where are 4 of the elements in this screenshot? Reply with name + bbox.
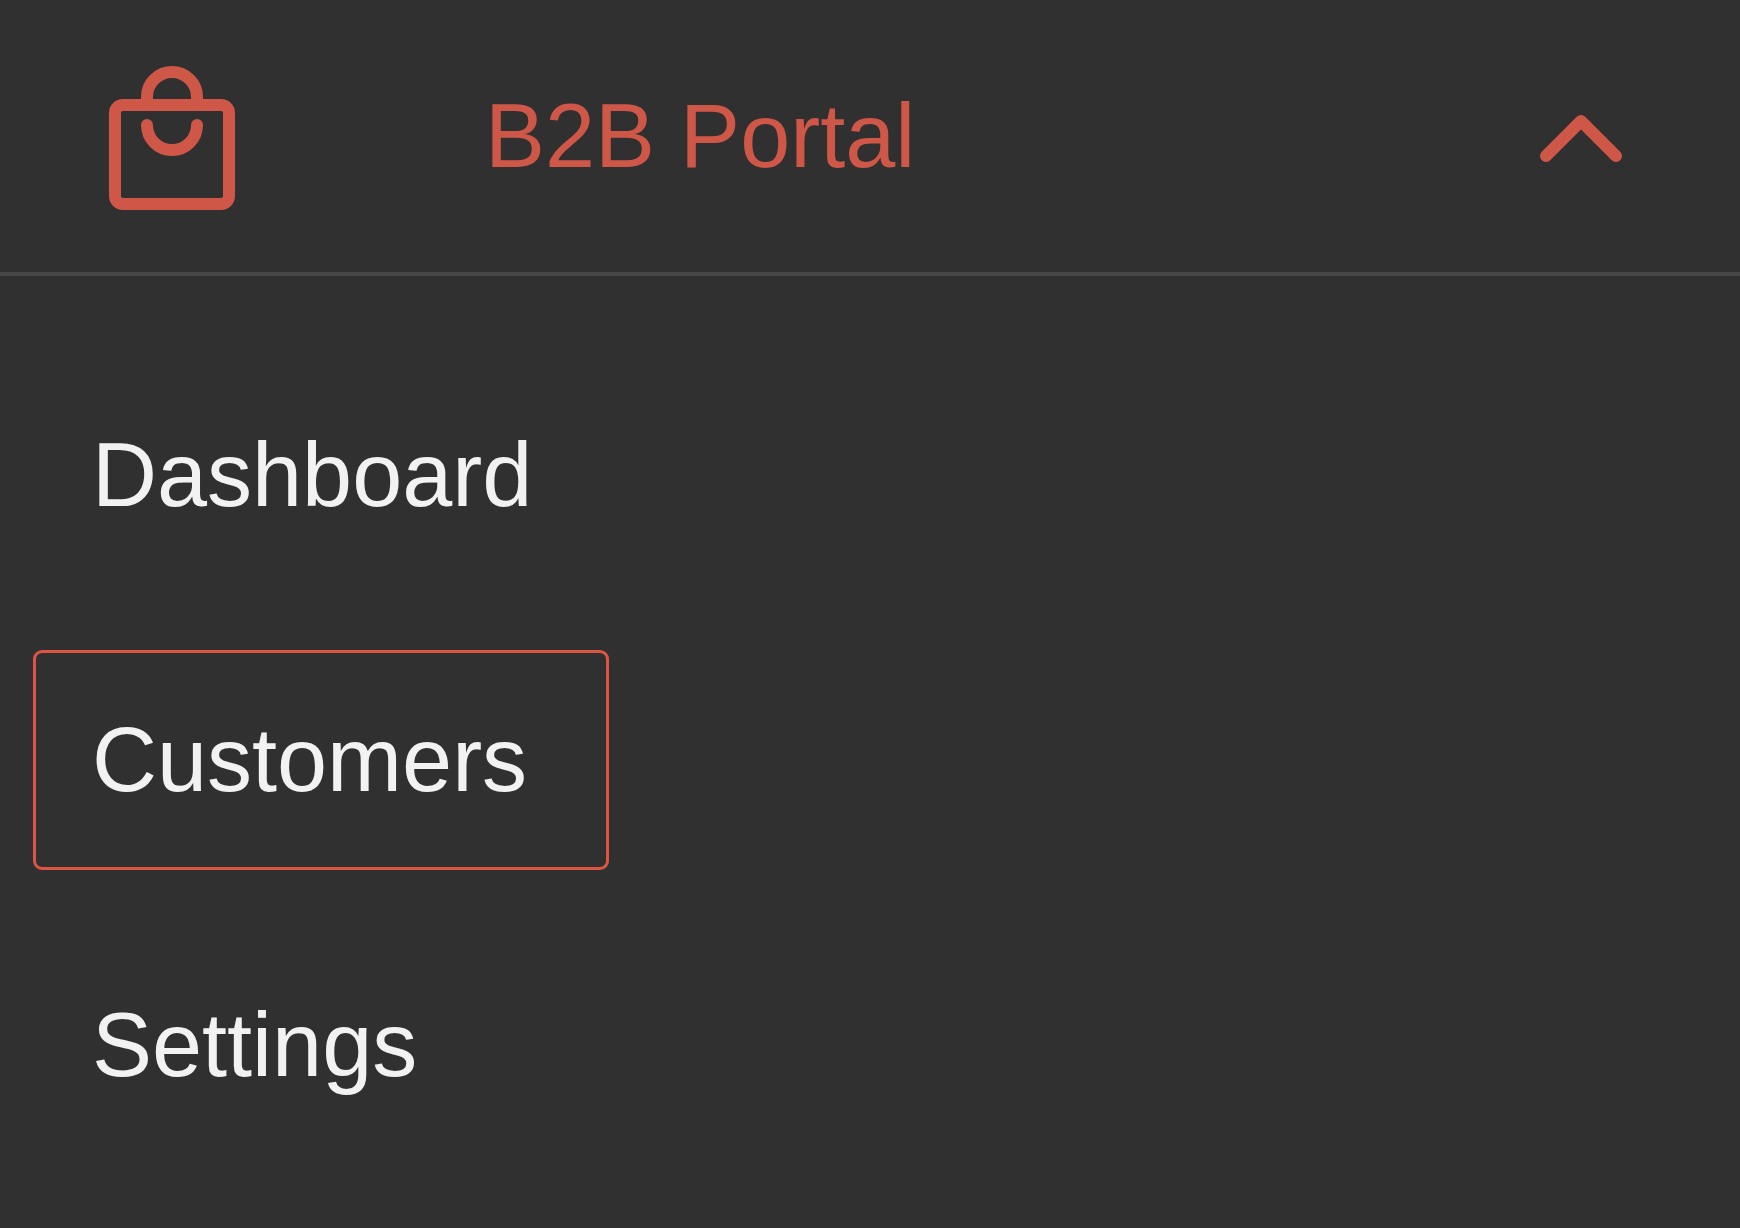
app-title: B2B Portal <box>485 86 916 186</box>
menu-item[interactable]: Customers <box>33 650 609 870</box>
menu-item[interactable]: Settings <box>33 935 609 1155</box>
menu-item[interactable]: Dashboard <box>33 365 609 585</box>
